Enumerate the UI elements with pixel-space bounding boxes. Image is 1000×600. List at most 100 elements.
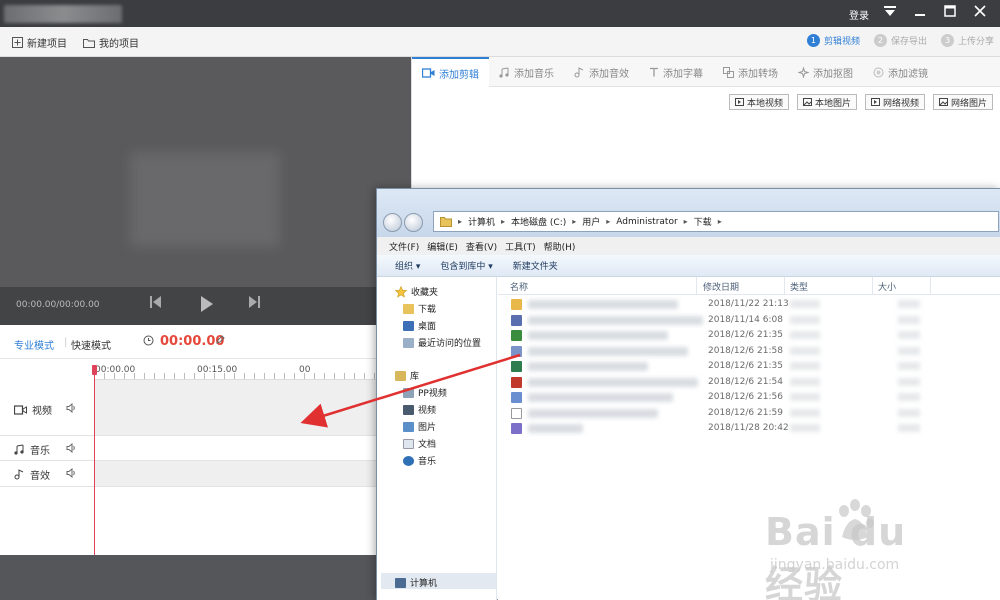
menu-edit[interactable]: 编辑(E) — [427, 240, 458, 253]
video-track-area[interactable] — [94, 380, 411, 435]
pro-mode-tab[interactable]: 专业模式 — [14, 337, 54, 352]
file-name-blurred — [528, 393, 673, 402]
nav-pp-video[interactable]: PP视频 — [403, 386, 447, 399]
nav-music[interactable]: 音乐 — [403, 454, 436, 467]
my-projects-button[interactable]: 我的项目 — [83, 35, 139, 50]
ruler-ticklines — [94, 373, 411, 379]
tab-add-clip[interactable]: 添加剪辑 — [412, 57, 489, 87]
nav-label: 计算机 — [410, 579, 438, 589]
file-date: 2018/11/22 21:13 — [708, 299, 789, 309]
transition-icon — [723, 66, 734, 78]
breadcrumb-item[interactable]: 用户 — [582, 215, 600, 228]
nav-label: 音乐 — [418, 457, 437, 467]
file-row[interactable]: 2018/12/6 21:54 — [498, 375, 1000, 390]
file-type-blurred — [790, 424, 820, 432]
file-row[interactable]: 2018/12/6 21:59 — [498, 406, 1000, 421]
back-button[interactable] — [383, 213, 402, 232]
file-row[interactable]: 2018/12/6 21:35 — [498, 359, 1000, 374]
file-type-blurred — [790, 315, 820, 324]
nav-pictures[interactable]: 图片 — [403, 420, 436, 433]
file-icon — [511, 299, 522, 310]
step-edit-video[interactable]: 1 剪辑视频 — [806, 34, 860, 47]
forward-button[interactable] — [404, 213, 423, 232]
file-icon — [511, 314, 522, 326]
breadcrumb-item[interactable]: 下载 — [694, 215, 712, 228]
time-ruler[interactable]: 00:00.00 00:15.00 00 — [94, 360, 411, 380]
nav-desktop[interactable]: 桌面 — [403, 319, 436, 332]
volume-icon[interactable] — [66, 442, 77, 456]
tab-add-filter[interactable]: 添加滤镜 — [863, 57, 938, 87]
menu-icon[interactable] — [880, 5, 900, 22]
tab-add-cutout[interactable]: 添加抠图 — [788, 57, 863, 87]
watermark-url: jingyan.baidu.com — [770, 557, 900, 573]
fast-mode-tab[interactable]: 快速模式 — [71, 337, 111, 352]
new-project-button[interactable]: 新建项目 — [12, 35, 67, 50]
login-link[interactable]: 登录 — [849, 7, 869, 22]
nav-recent[interactable]: 最近访问的位置 — [403, 336, 481, 349]
step-share[interactable]: 3 上传分享 — [940, 34, 994, 47]
file-row[interactable]: 2018/12/6 21:35 — [498, 328, 1000, 343]
online-video-button[interactable]: 网络视频 — [864, 94, 925, 110]
step-export[interactable]: 2 保存导出 — [873, 34, 927, 47]
new-folder-button[interactable]: 新建文件夹 — [513, 259, 558, 272]
menu-file[interactable]: 文件(F) — [389, 240, 419, 253]
nav-computer[interactable]: 计算机 — [395, 576, 437, 589]
step-number: 1 — [806, 34, 820, 47]
add-media-buttons: 本地视频 本地图片 网络视频 网络图片 — [728, 94, 993, 110]
track-label: 音乐 — [30, 446, 50, 457]
nav-documents[interactable]: 文档 — [403, 437, 436, 450]
file-row[interactable]: 2018/11/22 21:13 — [498, 297, 1000, 312]
volume-icon[interactable] — [66, 467, 77, 481]
file-row[interactable]: 2018/11/28 20:42 — [498, 421, 1000, 436]
library-icon — [395, 370, 406, 381]
clock-icon — [143, 335, 154, 349]
nav-videos[interactable]: 视频 — [403, 403, 436, 416]
playhead[interactable] — [94, 365, 95, 555]
tab-add-transition[interactable]: 添加转场 — [713, 57, 788, 87]
address-bar[interactable]: ▸ 计算机 ▸ 本地磁盘 (C:) ▸ 用户 ▸ Administrator ▸… — [433, 211, 999, 232]
volume-icon[interactable] — [66, 402, 77, 416]
breadcrumb-item[interactable]: Administrator — [616, 217, 677, 227]
file-type-blurred — [790, 393, 820, 401]
baidu-watermark: Bai du 经验 jingyan.baidu.com — [765, 499, 955, 600]
nav-library[interactable]: 库 — [395, 369, 419, 382]
nav-downloads[interactable]: 下载 — [403, 302, 436, 315]
organize-button[interactable]: 组织 ▾ — [395, 259, 420, 272]
close-icon[interactable] — [970, 5, 990, 22]
local-image-button[interactable]: 本地图片 — [796, 94, 857, 110]
music-track-area[interactable] — [94, 436, 411, 460]
file-row[interactable]: 2018/12/6 21:56 — [498, 390, 1000, 405]
edit-time-icon[interactable] — [216, 335, 225, 347]
file-row[interactable]: 2018/12/6 21:58 — [498, 344, 1000, 359]
column-name[interactable]: 名称 — [510, 280, 528, 293]
menu-tools[interactable]: 工具(T) — [505, 240, 536, 253]
maximize-icon[interactable] — [940, 5, 960, 22]
menu-view[interactable]: 查看(V) — [466, 240, 497, 253]
track-label: 音效 — [30, 471, 50, 482]
column-type[interactable]: 类型 — [790, 280, 808, 293]
file-name-blurred — [528, 408, 658, 418]
breadcrumb-item[interactable]: 计算机 — [468, 215, 495, 228]
play-icon[interactable] — [200, 295, 214, 317]
chevron-right-icon: ▸ — [501, 217, 506, 226]
column-date[interactable]: 修改日期 — [703, 280, 739, 293]
include-in-library-button[interactable]: 包含到库中 ▾ — [440, 259, 492, 272]
sound-effect-track-area[interactable] — [94, 461, 411, 486]
minimize-icon[interactable] — [910, 5, 930, 22]
tab-add-subtitle[interactable]: 添加字幕 — [639, 57, 713, 87]
add-tabs: 添加剪辑 添加音乐 添加音效 添加字幕 添加转场 添加抠图 添加滤镜 — [412, 57, 1000, 87]
column-size[interactable]: 大小 — [878, 280, 896, 293]
tab-add-music[interactable]: 添加音乐 — [489, 57, 564, 87]
tab-add-sound-effect[interactable]: 添加音效 — [564, 57, 639, 87]
next-frame-icon[interactable] — [248, 295, 260, 313]
online-image-button[interactable]: 网络图片 — [932, 94, 993, 110]
my-projects-label: 我的项目 — [99, 39, 139, 50]
file-type-blurred — [790, 346, 820, 355]
local-video-button[interactable]: 本地视频 — [728, 94, 789, 110]
menu-help[interactable]: 帮助(H) — [544, 240, 576, 253]
previous-frame-icon[interactable] — [150, 295, 162, 313]
nav-favorites[interactable]: 收藏夹 — [395, 285, 438, 298]
tab-label: 添加抠图 — [813, 68, 853, 80]
breadcrumb-item[interactable]: 本地磁盘 (C:) — [511, 215, 566, 228]
file-row[interactable]: 2018/11/14 6:08 — [498, 313, 1000, 328]
